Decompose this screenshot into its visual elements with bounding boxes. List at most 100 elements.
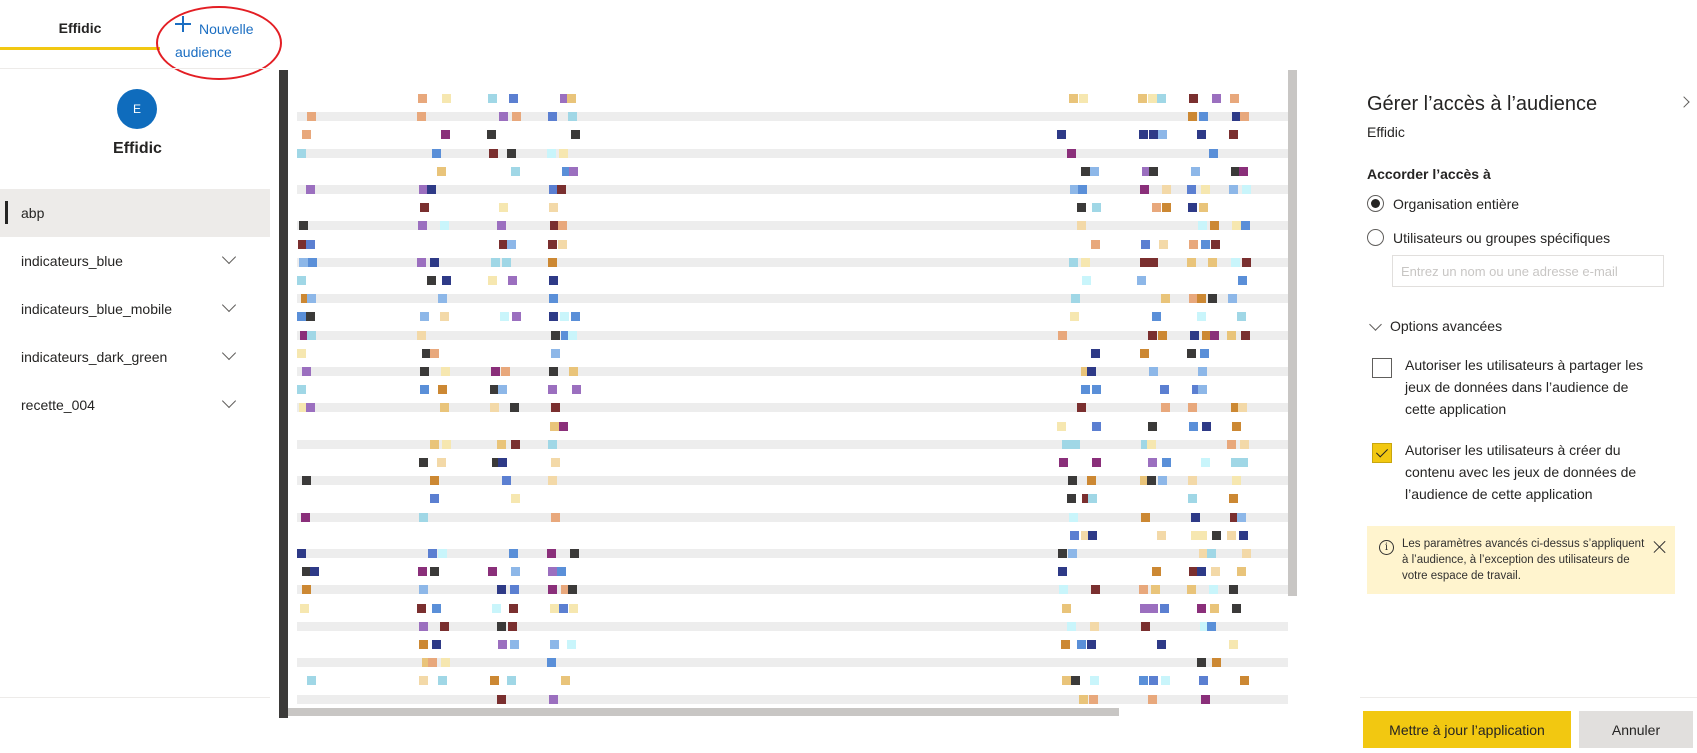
- preview-pixel: [430, 258, 439, 267]
- audience-item-indicateurs-blue[interactable]: indicateurs_blue: [0, 237, 270, 285]
- preview-pixel: [1088, 531, 1097, 540]
- checkbox-share-datasets[interactable]: [1372, 358, 1392, 378]
- preview-pixel: [418, 567, 427, 576]
- preview-pixel: [1160, 604, 1169, 613]
- preview-pixel: [432, 149, 441, 158]
- advanced-options-label: Options avancées: [1390, 318, 1503, 334]
- audience-item-recette-004[interactable]: recette_004: [0, 381, 270, 429]
- preview-pixel: [499, 112, 508, 121]
- users-search-input[interactable]: [1392, 255, 1664, 287]
- cancel-button[interactable]: Annuler: [1579, 711, 1693, 748]
- preview-pixel: [548, 440, 557, 449]
- preview-pixel: [1211, 240, 1220, 249]
- preview-pixel: [549, 367, 558, 376]
- preview-pixel: [1162, 203, 1171, 212]
- preview-pixel: [1092, 422, 1101, 431]
- preview-pixel: [1198, 385, 1207, 394]
- update-app-button[interactable]: Mettre à jour l’application: [1363, 711, 1571, 748]
- preview-pixel: [511, 494, 520, 503]
- preview-pixel: [299, 221, 308, 230]
- preview-pixel: [430, 349, 439, 358]
- preview-pixel: [1137, 276, 1146, 285]
- preview-pixel: [1197, 604, 1206, 613]
- preview-pixel: [1227, 440, 1236, 449]
- preview-pixel: [1162, 458, 1171, 467]
- preview-pixel: [568, 112, 577, 121]
- preview-pixel: [497, 622, 506, 631]
- preview-pixel: [1209, 149, 1218, 158]
- close-icon[interactable]: [1653, 540, 1667, 554]
- preview-pixel: [442, 94, 451, 103]
- preview-pixel: [1197, 130, 1206, 139]
- preview-pixel: [1239, 167, 1248, 176]
- preview-pixel: [1140, 349, 1149, 358]
- preview-pixel: [1191, 513, 1200, 522]
- preview-pixel: [512, 312, 521, 321]
- radio-specific-users-label[interactable]: Utilisateurs ou groupes spécifiques: [1393, 230, 1610, 246]
- preview-pixel: [1189, 240, 1198, 249]
- chevron-down-icon[interactable]: [222, 348, 236, 362]
- preview-pixel: [490, 676, 499, 685]
- preview-pixel: [558, 240, 567, 249]
- radio-specific-users[interactable]: [1367, 229, 1384, 246]
- preview-pixel: [510, 585, 519, 594]
- preview-pixel: [568, 331, 577, 340]
- preview-pixel: [548, 567, 557, 576]
- preview-pixel: [310, 567, 319, 576]
- preview-pixel: [1237, 513, 1246, 522]
- audience-item-indicateurs-blue-mobile[interactable]: indicateurs_blue_mobile: [0, 285, 270, 333]
- preview-pixel: [1090, 676, 1099, 685]
- preview-pixel: [1199, 112, 1208, 121]
- audience-item-indicateurs-dark-green[interactable]: indicateurs_dark_green: [0, 333, 270, 381]
- preview-pixel: [1241, 331, 1250, 340]
- preview-pixel: [307, 294, 316, 303]
- preview-pixel: [1228, 294, 1237, 303]
- chevron-down-icon[interactable]: [222, 396, 236, 410]
- preview-pixel: [499, 203, 508, 212]
- preview-pixel: [490, 403, 499, 412]
- preview-pixel: [548, 112, 557, 121]
- preview-pixel: [1229, 130, 1238, 139]
- preview-pixel: [1229, 494, 1238, 503]
- chevron-down-icon[interactable]: [222, 300, 236, 314]
- tab-effidic[interactable]: Effidic: [0, 0, 160, 50]
- chevron-right-icon[interactable]: [1680, 96, 1692, 108]
- preview-pixel: [1058, 331, 1067, 340]
- preview-pixel: [1212, 658, 1221, 667]
- preview-pixel: [1079, 94, 1088, 103]
- preview-pixel: [1057, 422, 1066, 431]
- chevron-down-icon[interactable]: [222, 252, 236, 266]
- preview-pixel: [491, 367, 500, 376]
- preview-pixel: [1212, 531, 1221, 540]
- preview-pixel: [1238, 276, 1247, 285]
- preview-pixel: [306, 312, 315, 321]
- preview-pixel: [419, 640, 428, 649]
- preview-pixel: [1157, 531, 1166, 540]
- preview-pixel: [1141, 622, 1150, 631]
- horizontal-scrollbar[interactable]: [288, 708, 1119, 716]
- preview-pixel: [419, 458, 428, 467]
- preview-pixel: [1241, 221, 1250, 230]
- preview-pixel: [1091, 585, 1100, 594]
- vertical-scrollbar[interactable]: [1288, 70, 1297, 596]
- preview-pixel: [559, 422, 568, 431]
- radio-whole-organization[interactable]: [1367, 195, 1384, 212]
- preview-pixel: [442, 276, 451, 285]
- preview-pixel: [418, 221, 427, 230]
- preview-pixel: [492, 604, 501, 613]
- preview-pixel: [1210, 221, 1219, 230]
- preview-pixel: [550, 422, 559, 431]
- preview-pixel: [1198, 531, 1207, 540]
- preview-pixel: [1067, 622, 1076, 631]
- audience-item-abp[interactable]: abp: [0, 189, 270, 237]
- preview-pixel: [1141, 240, 1150, 249]
- preview-pixel: [569, 367, 578, 376]
- checkbox-create-content[interactable]: [1372, 443, 1392, 463]
- radio-whole-organization-label[interactable]: Organisation entière: [1393, 196, 1519, 212]
- tab-effidic-label: Effidic: [58, 20, 102, 36]
- preview-pixel: [1187, 349, 1196, 358]
- preview-pixel: [1202, 422, 1211, 431]
- preview-pixel: [1067, 494, 1076, 503]
- audience-label: abp: [21, 205, 45, 221]
- preview-pixel: [498, 385, 507, 394]
